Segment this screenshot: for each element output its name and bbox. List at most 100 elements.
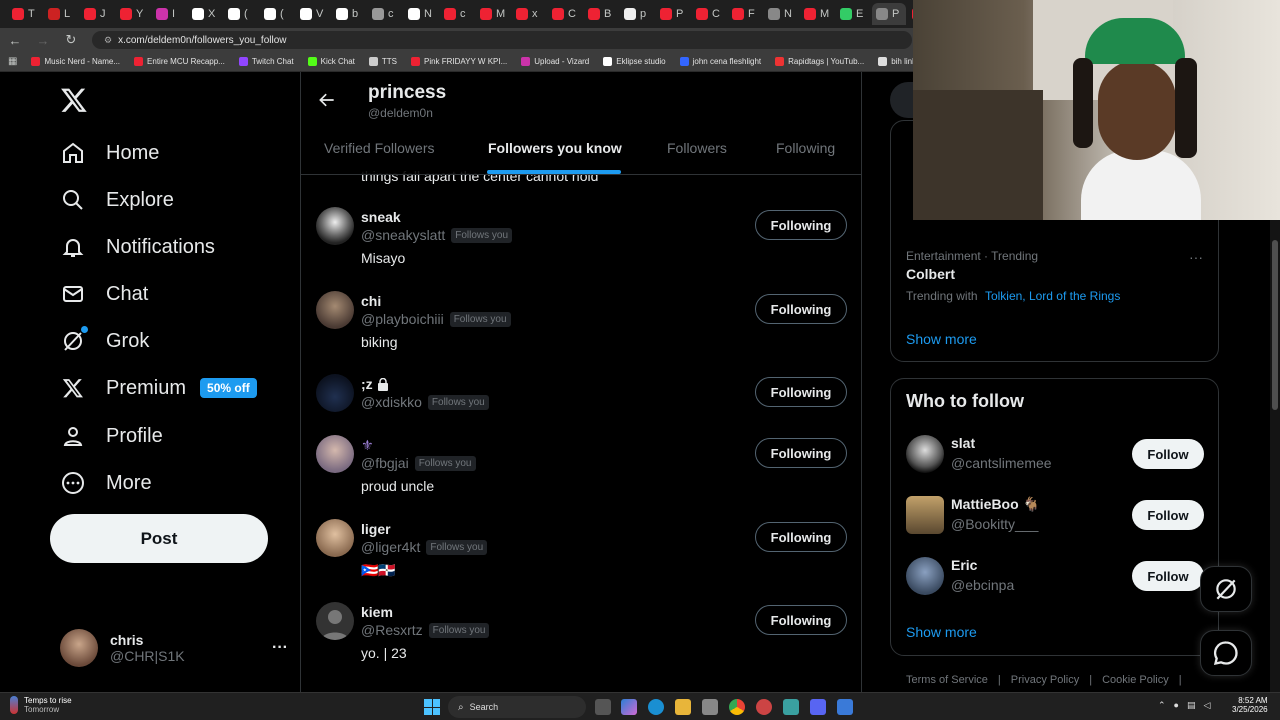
- nav-chat[interactable]: Chat: [60, 276, 148, 312]
- trend-with-topics[interactable]: Tolkien, Lord of the Rings: [985, 289, 1120, 303]
- x-logo-icon[interactable]: [60, 86, 88, 114]
- browser-tab[interactable]: N: [404, 3, 438, 25]
- bookmark-item[interactable]: Pink FRIDAYY W KPI...: [410, 57, 507, 66]
- nav-more[interactable]: More: [60, 465, 152, 501]
- browser-tab[interactable]: F: [728, 3, 762, 25]
- browser-tab[interactable]: c: [368, 3, 402, 25]
- bookmark-item[interactable]: Upload - Vizard: [521, 57, 589, 66]
- who-to-follow-show-more-link[interactable]: Show more: [906, 624, 977, 640]
- browser-tab[interactable]: M: [800, 3, 834, 25]
- user-row[interactable]: kiem @Resxrtz Follows you yo. | 23 Follo…: [301, 602, 861, 682]
- tab-followers[interactable]: Followers: [667, 140, 727, 156]
- account-switcher[interactable]: chris @CHR|S1K ···: [60, 628, 288, 668]
- back-nav-icon[interactable]: ←: [8, 33, 22, 48]
- back-arrow-icon[interactable]: [317, 90, 337, 110]
- browser-tab[interactable]: I: [152, 3, 186, 25]
- taskbar-search[interactable]: ⌕ Search: [448, 696, 586, 718]
- messages-fab-button[interactable]: [1200, 630, 1252, 676]
- weather-widget[interactable]: Temps to rise Tomorrow: [10, 696, 72, 714]
- nav-notifications[interactable]: Notifications: [60, 229, 215, 265]
- following-button[interactable]: Following: [755, 294, 847, 324]
- suggested-user[interactable]: Eric @ebcinpa Follow: [906, 557, 1204, 597]
- browser-tab[interactable]: c: [440, 3, 474, 25]
- browser-tab[interactable]: C: [692, 3, 726, 25]
- post-button[interactable]: Post: [50, 514, 268, 563]
- browser-tab[interactable]: (: [224, 3, 258, 25]
- following-button[interactable]: Following: [755, 210, 847, 240]
- tab-followers-you-know[interactable]: Followers you know: [488, 140, 622, 156]
- bookmark-item[interactable]: Kick Chat: [307, 57, 355, 66]
- clock[interactable]: 8:52 AM 3/25/2026: [1232, 696, 1268, 714]
- follow-button[interactable]: Follow: [1132, 439, 1204, 469]
- bookmark-item[interactable]: TTS: [368, 57, 397, 66]
- bookmark-item[interactable]: Music Nerd - Name...: [31, 57, 120, 66]
- app-icon[interactable]: [837, 699, 853, 715]
- mic-icon[interactable]: ●: [1174, 700, 1179, 711]
- footer-cookie-link[interactable]: Cookie Policy: [1102, 674, 1169, 686]
- forward-nav-icon[interactable]: →: [36, 33, 50, 48]
- browser-tab[interactable]: C: [548, 3, 582, 25]
- browser-tab[interactable]: P: [872, 3, 906, 25]
- url-field[interactable]: ⚙ x.com/deldem0n/followers_you_follow: [92, 31, 912, 49]
- browser-tab[interactable]: J: [80, 3, 114, 25]
- grok-fab-button[interactable]: [1200, 566, 1252, 612]
- user-row[interactable]: sneak @sneakyslatt Follows you Misayo Fo…: [301, 207, 861, 287]
- following-button[interactable]: Following: [755, 438, 847, 468]
- browser-tab[interactable]: p: [620, 3, 654, 25]
- browser-tab[interactable]: L: [44, 3, 78, 25]
- page-scrollbar[interactable]: [1270, 220, 1280, 692]
- bookmark-item[interactable]: Entire MCU Recapp...: [134, 57, 225, 66]
- footer-privacy-link[interactable]: Privacy Policy: [1011, 674, 1079, 686]
- browser-tab[interactable]: Y: [116, 3, 150, 25]
- trend-more-icon[interactable]: ···: [1189, 249, 1203, 265]
- browser-tab[interactable]: x: [512, 3, 546, 25]
- notepad-icon[interactable]: [783, 699, 799, 715]
- suggested-user[interactable]: MattieBoo 🐐 @Bookitty___ Follow: [906, 496, 1204, 536]
- browser-tab[interactable]: B: [584, 3, 618, 25]
- user-row[interactable]: liger @liger4kt Follows you 🇵🇷🇩🇴 Followi…: [301, 519, 861, 599]
- user-row[interactable]: ⚜ @fbgjai Follows you proud uncle Follow…: [301, 435, 861, 515]
- following-button[interactable]: Following: [755, 377, 847, 407]
- following-button[interactable]: Following: [755, 605, 847, 635]
- nav-explore[interactable]: Explore: [60, 182, 174, 218]
- nav-home[interactable]: Home: [60, 135, 159, 171]
- nav-grok[interactable]: Grok: [60, 323, 149, 359]
- network-icon[interactable]: ▤: [1187, 700, 1196, 711]
- browser-tab[interactable]: P: [656, 3, 690, 25]
- scrollbar-thumb[interactable]: [1272, 240, 1278, 410]
- volume-icon[interactable]: ◁: [1204, 700, 1211, 711]
- browser-tab[interactable]: E: [836, 3, 870, 25]
- browser-tab[interactable]: V: [296, 3, 330, 25]
- nav-premium[interactable]: Premium 50% off: [60, 370, 257, 406]
- chrome-icon[interactable]: [729, 699, 745, 715]
- chevron-up-icon[interactable]: ⌃: [1158, 700, 1166, 711]
- browser-tab[interactable]: X: [188, 3, 222, 25]
- discord-icon[interactable]: [810, 699, 826, 715]
- bookmark-item[interactable]: Eklipse studio: [603, 57, 666, 66]
- suggested-user[interactable]: slat @cantslimemee Follow: [906, 435, 1204, 475]
- tab-following[interactable]: Following: [776, 140, 835, 156]
- nav-profile[interactable]: Profile: [60, 418, 163, 454]
- browser-tab[interactable]: N: [764, 3, 798, 25]
- trend-topic[interactable]: Colbert: [906, 266, 955, 282]
- start-button[interactable]: [424, 699, 440, 715]
- browser-tab[interactable]: T: [8, 3, 42, 25]
- edge-icon[interactable]: [648, 699, 664, 715]
- task-view-icon[interactable]: [595, 699, 611, 715]
- file-explorer-icon[interactable]: [675, 699, 691, 715]
- account-menu-icon[interactable]: ···: [272, 639, 288, 657]
- reload-icon[interactable]: ↻: [64, 32, 78, 48]
- following-button[interactable]: Following: [755, 522, 847, 552]
- user-row[interactable]: chi @playboichiii Follows you biking Fol…: [301, 291, 861, 371]
- site-info-icon[interactable]: ⚙: [104, 35, 112, 46]
- copilot-icon[interactable]: [621, 699, 637, 715]
- browser-tab[interactable]: M: [476, 3, 510, 25]
- store-icon[interactable]: [702, 699, 718, 715]
- browser-tab[interactable]: b: [332, 3, 366, 25]
- bookmark-item[interactable]: Twitch Chat: [238, 57, 294, 66]
- bookmark-item[interactable]: john cena fleshlight: [679, 57, 761, 66]
- footer-terms-link[interactable]: Terms of Service: [906, 674, 988, 686]
- tab-verified-followers[interactable]: Verified Followers: [324, 140, 435, 156]
- browser-tab[interactable]: (: [260, 3, 294, 25]
- follow-button[interactable]: Follow: [1132, 500, 1204, 530]
